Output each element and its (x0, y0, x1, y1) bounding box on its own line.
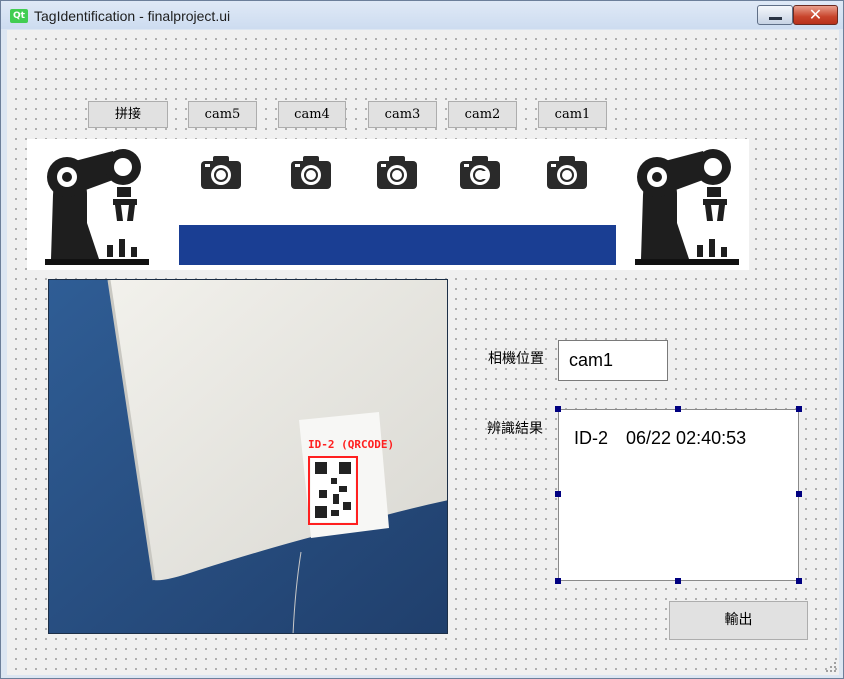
camera-icon (460, 156, 500, 189)
camera-position-field[interactable]: cam1 (558, 340, 668, 381)
progress-banner-bar (179, 225, 616, 265)
camera-icon (547, 156, 587, 189)
minimize-button[interactable] (757, 5, 793, 25)
cam3-button[interactable]: cam3 (368, 101, 437, 128)
camera-icon (201, 156, 241, 189)
resize-handle-top-left[interactable] (555, 406, 561, 412)
resize-handle-bottom-left[interactable] (555, 578, 561, 584)
camera-feed-image: ID-2 (QRCODE) (49, 280, 447, 633)
resize-handle-top-right[interactable] (796, 406, 802, 412)
minimize-icon (769, 17, 782, 20)
camera-icon (377, 156, 417, 189)
cam1-button[interactable]: cam1 (538, 101, 607, 128)
header-banner (27, 139, 749, 270)
camera-feed: ID-2 (QRCODE) (48, 279, 448, 634)
cam5-button[interactable]: cam5 (188, 101, 257, 128)
resize-handle-bottom[interactable] (675, 578, 681, 584)
close-button[interactable]: ✕ (793, 5, 838, 25)
robot-arm-icon (45, 149, 149, 265)
result-timestamp: 06/22 02:40:53 (626, 428, 747, 448)
export-button[interactable]: 輸出 (669, 601, 808, 640)
qt-logo-icon: Qt (10, 9, 28, 23)
resize-handle-bottom-right[interactable] (796, 578, 802, 584)
result-text-area[interactable]: ID-2 06/22 02:40:53 (558, 409, 799, 581)
camera-position-label: 相機位置 (488, 351, 544, 367)
cam2-button[interactable]: cam2 (448, 101, 517, 128)
camera-icon (291, 156, 331, 189)
qr-code (311, 458, 355, 522)
result-label: 辨識結果 (487, 421, 543, 437)
main-window: Qt TagIdentification - finalproject.ui ✕… (0, 0, 844, 679)
cam4-button[interactable]: cam4 (278, 101, 346, 128)
window-title: TagIdentification - finalproject.ui (34, 8, 231, 24)
robot-arm-icon (635, 149, 739, 265)
size-grip-icon[interactable] (825, 661, 837, 673)
resize-handle-top[interactable] (675, 406, 681, 412)
stitch-button[interactable]: 拼接 (88, 101, 168, 128)
title-bar[interactable]: Qt TagIdentification - finalproject.ui ✕ (1, 1, 843, 29)
resize-handle-right[interactable] (796, 491, 802, 497)
form-canvas: 拼接 cam5 cam4 cam3 cam2 cam1 ID-2 (QRCODE… (7, 30, 839, 675)
resize-handle-left[interactable] (555, 491, 561, 497)
detection-label: ID-2 (QRCODE) (308, 438, 394, 451)
result-id: ID-2 (574, 428, 609, 448)
